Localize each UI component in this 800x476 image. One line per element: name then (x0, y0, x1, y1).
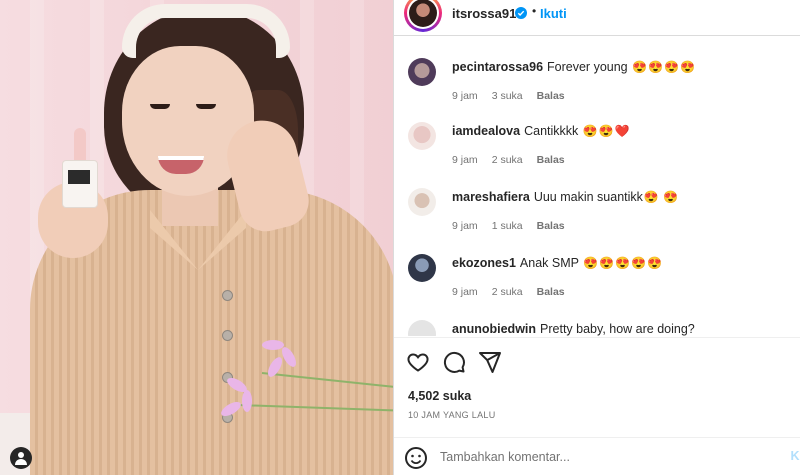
comment-likes[interactable]: 1 suka (492, 220, 523, 232)
flower-petal (262, 340, 284, 350)
emoji: 😍 (664, 61, 679, 73)
comment-item: mareshafieraUuu makin suantikk😍 😍 9 jam1… (394, 170, 800, 234)
commenter-username[interactable]: anunobiedwin (452, 322, 536, 336)
author-username[interactable]: itsrossa910 (452, 6, 524, 21)
verified-badge-icon (515, 7, 527, 19)
commenter-avatar[interactable] (408, 122, 436, 150)
comment-text-line: pecintarossa96Forever young 😍😍😍😍 (452, 60, 695, 74)
share-icon[interactable] (478, 350, 502, 374)
comment-item: anunobiedwin Pretty baby, how are doing? (394, 302, 800, 336)
commenter-username[interactable]: ekozones1 (452, 256, 516, 270)
sweater-button (222, 290, 233, 301)
follow-button[interactable]: Ikuti (540, 6, 567, 21)
comment-text: Uuu makin suantikk (534, 190, 643, 204)
comment-likes[interactable]: 3 suka (492, 90, 523, 102)
emoji: 😍 (583, 125, 598, 137)
like-count[interactable]: 4,502 suka (408, 389, 471, 403)
comment-meta: 9 jam 1 suka Balas (452, 220, 579, 232)
comment-time: 9 jam (452, 154, 478, 166)
comment-item: pecintarossa96Forever young 😍😍😍😍 9 jam3 … (394, 40, 800, 104)
user-icon[interactable] (10, 447, 32, 469)
comment-text-line: mareshafieraUuu makin suantikk😍 😍 (452, 190, 678, 204)
comment-time: 9 jam (452, 220, 478, 232)
post-comment-button[interactable]: Ki (791, 449, 800, 463)
reply-button[interactable]: Balas (537, 90, 565, 102)
emoji: 😍 (583, 257, 598, 269)
comment-icon[interactable] (442, 350, 466, 374)
comment-likes[interactable]: 2 suka (492, 154, 523, 166)
commenter-avatar[interactable] (408, 320, 436, 336)
add-comment-bar: Ki (394, 437, 800, 476)
right-eye (196, 104, 216, 109)
comment-meta: 9 jam 2 suka Balas (452, 154, 579, 166)
comment-time: 9 jam (452, 286, 478, 298)
headband (122, 4, 290, 58)
commenter-avatar[interactable] (408, 254, 436, 282)
post-time: 10 JAM YANG LALU (408, 410, 496, 420)
author-avatar[interactable] (404, 0, 442, 32)
commenter-avatar[interactable] (408, 188, 436, 216)
comment-text: Forever young (547, 60, 628, 74)
comment-text-line: iamdealovaCantikkkk 😍😍❤️ (452, 124, 630, 138)
emoji: 😍 (680, 61, 695, 73)
post-photo[interactable] (0, 0, 393, 475)
emoji: 😍 (644, 191, 659, 203)
comment-time: 9 jam (452, 90, 478, 102)
flower-petal (242, 390, 252, 412)
comment-input[interactable] (440, 448, 740, 466)
heart-icon[interactable] (406, 350, 430, 374)
comment-likes[interactable]: 2 suka (492, 286, 523, 298)
emoji: 😍 (599, 257, 614, 269)
left-eye (150, 104, 170, 109)
comment-text: Cantikkkk (524, 124, 578, 138)
comment-text-line: anunobiedwin Pretty baby, how are doing? (452, 322, 695, 336)
comment-meta: 9 jam 3 suka Balas (452, 90, 579, 102)
smile-icon[interactable] (404, 446, 428, 470)
comment-text-line: ekozones1Anak SMP 😍😍😍😍😍 (452, 256, 662, 270)
emoji: 😍 (632, 61, 647, 73)
post-side-panel: itsrossa910 • Ikuti pecintarossa96 Foreve… (393, 0, 800, 475)
sweater-button (222, 330, 233, 341)
emoji: 😍 (647, 257, 662, 269)
serum-bottle (62, 160, 98, 208)
reply-button[interactable]: Balas (537, 154, 565, 166)
post-actions: 4,502 suka 10 JAM YANG LALU (394, 337, 800, 438)
commenter-username[interactable]: mareshafiera (452, 190, 530, 204)
commenter-username[interactable]: iamdealova (452, 124, 520, 138)
emoji: 😍 (648, 61, 663, 73)
post-header: itsrossa910 • Ikuti (394, 0, 800, 36)
comment-item: ekozones1Anak SMP 😍😍😍😍😍 9 jam2 sukaBalas (394, 236, 800, 300)
commenter-username[interactable]: pecintarossa96 (452, 60, 543, 74)
emoji: 😍 (631, 257, 646, 269)
separator-dot: • (532, 4, 536, 18)
serum-label (68, 170, 90, 184)
heart-emoji: ❤️ (615, 125, 630, 137)
emoji: 😍 (615, 257, 630, 269)
reply-button[interactable]: Balas (537, 220, 565, 232)
comment-text: Pretty baby, how are doing? (540, 322, 695, 336)
emoji: 😍 (599, 125, 614, 137)
comments-list[interactable]: pecintarossa96Forever young 😍😍😍😍 9 jam3 … (394, 40, 800, 336)
comment-item: iamdealovaCantikkkk 😍😍❤️ 9 jam2 sukaBala… (394, 104, 800, 168)
comment-meta: 9 jam 2 suka Balas (452, 286, 579, 298)
reply-button[interactable]: Balas (537, 286, 565, 298)
commenter-avatar[interactable] (408, 58, 436, 86)
comment-text: Anak SMP (520, 256, 579, 270)
emoji: 😍 (663, 191, 678, 203)
serum-dropper (74, 128, 86, 162)
